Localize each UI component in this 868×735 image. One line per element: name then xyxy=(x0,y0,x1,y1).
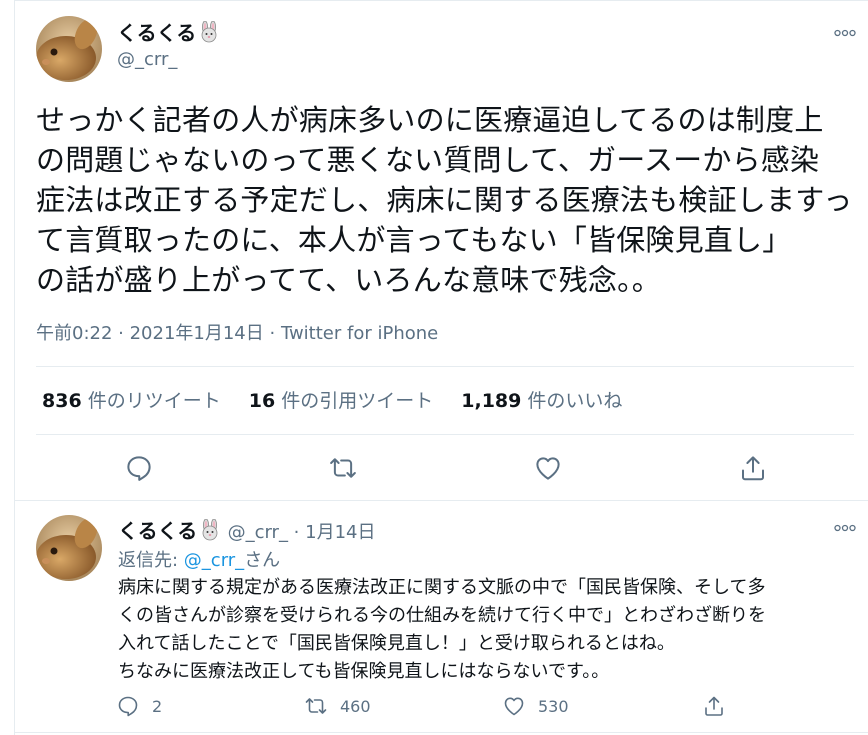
retweet-icon[interactable] xyxy=(328,453,358,483)
reply-reply-button[interactable]: 2 xyxy=(116,694,162,718)
reply-dot: · xyxy=(287,522,306,543)
rabbit-photo-avatar-image xyxy=(36,515,102,581)
tweet-handle[interactable]: @_crr_ xyxy=(117,49,177,70)
retweet-icon xyxy=(305,698,327,714)
reply-like-button[interactable]: 530 xyxy=(502,694,569,718)
rabbit-face-icon xyxy=(198,20,220,43)
quotes-count: 16 xyxy=(248,390,276,412)
reply-to-suffix: さん xyxy=(244,550,281,571)
reply-retweet-button[interactable]: 460 xyxy=(304,694,371,718)
rabbit-photo-avatar-image xyxy=(36,16,102,82)
retweets-stat[interactable]: 836 件のリツイート xyxy=(42,386,221,413)
divider xyxy=(14,500,868,501)
retweets-label: 件のリツイート xyxy=(87,390,221,412)
tweet-actions xyxy=(0,451,868,485)
reply-handle[interactable]: @_crr_ xyxy=(228,522,288,543)
reply-avatar[interactable] xyxy=(36,515,102,581)
retweets-count: 836 xyxy=(42,390,82,412)
divider xyxy=(36,434,854,435)
share-icon[interactable] xyxy=(738,453,768,483)
reply-text: 病床に関する規定がある医療法改正に関する文脈の中で「国民皆保険、そして多 くの皆… xyxy=(118,577,766,682)
rabbit-face-icon xyxy=(199,518,221,541)
reply-icon[interactable] xyxy=(124,453,154,483)
quotes-label: 件の引用ツイート xyxy=(281,390,434,412)
like-icon[interactable] xyxy=(533,453,563,483)
reply-to-prefix: 返信先: xyxy=(118,550,184,571)
like-icon xyxy=(504,697,524,716)
reply-display-name[interactable]: くるくる xyxy=(118,518,221,543)
tweet-source[interactable]: Twitter for iPhone xyxy=(281,323,438,344)
reply-more-options-icon[interactable] xyxy=(834,523,856,533)
replying-to: 返信先: @_crr_さん xyxy=(118,546,280,572)
reply-share-button[interactable] xyxy=(702,694,738,718)
likes-count: 1,189 xyxy=(461,390,522,412)
likes-label: 件のいいね xyxy=(527,390,623,412)
share-icon xyxy=(705,696,723,716)
likes-stat[interactable]: 1,189 件のいいね xyxy=(461,386,622,413)
tweet-timestamp[interactable]: 午前0:22 · 2021年1月14日 xyxy=(36,323,264,344)
reply-like-count: 530 xyxy=(538,696,569,716)
meta-separator: · xyxy=(263,323,281,344)
reply-header: くるくる @_crr_ · 1月14日 xyxy=(118,515,375,544)
top-divider xyxy=(14,0,868,1)
display-name-text: くるくる xyxy=(117,21,197,45)
tweet-text: せっかく記者の人が病床多いのに医療逼迫してるのは制度上 の問題じゃないのって悪く… xyxy=(36,103,853,297)
tweet-stats: 836 件のリツイート 16 件の引用ツイート 1,189 件のいいね xyxy=(42,386,622,413)
avatar[interactable] xyxy=(36,16,102,82)
divider xyxy=(14,732,868,733)
reply-icon xyxy=(118,696,138,717)
quotes-stat[interactable]: 16 件の引用ツイート xyxy=(249,386,434,413)
reply-to-handle-link[interactable]: @_crr_ xyxy=(184,550,244,571)
tweet-display-name[interactable]: くるくる xyxy=(117,17,220,46)
more-options-icon[interactable] xyxy=(834,28,856,38)
divider xyxy=(36,366,854,367)
reply-date[interactable]: 1月14日 xyxy=(305,522,375,543)
reply-retweet-count: 460 xyxy=(340,696,371,716)
reply-reply-count: 2 xyxy=(152,696,163,716)
reply-display-name-text: くるくる xyxy=(118,519,198,543)
tweet-meta: 午前0:22 · 2021年1月14日 · Twitter for iPhone xyxy=(36,319,438,345)
